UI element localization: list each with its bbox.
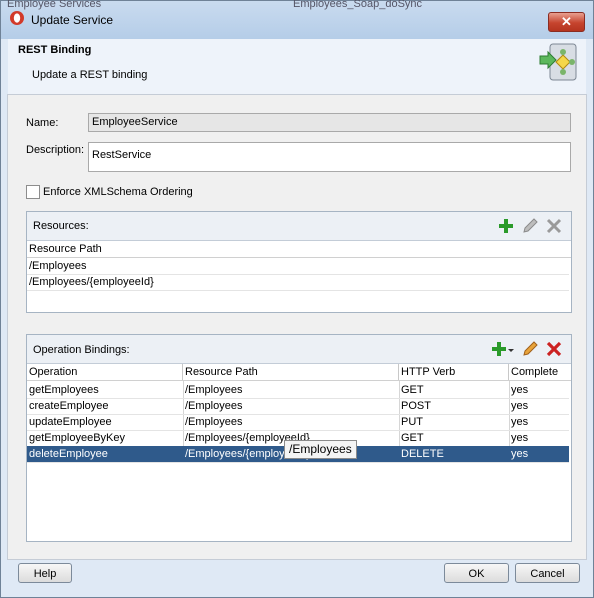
complete-cell: yes xyxy=(511,384,529,396)
window-title: Update Service xyxy=(31,13,114,27)
delete-operation-icon[interactable] xyxy=(545,340,563,358)
operation-column-header[interactable]: Operation xyxy=(27,364,183,380)
resource-path-tooltip: /Employees xyxy=(284,440,357,459)
background-text-right: Employees_Soap_doSync xyxy=(293,0,423,10)
operation-bindings-header: Operation Bindings: xyxy=(27,335,571,364)
complete-column-header[interactable]: Complete xyxy=(509,364,571,380)
http-verb-cell: POST xyxy=(401,400,431,412)
resources-header: Resources: xyxy=(27,212,571,241)
resource-path-cell: /Employees xyxy=(29,260,87,272)
resource-path-column-header[interactable]: Resource Path xyxy=(27,241,571,257)
background-text-left: Employee Services xyxy=(7,0,102,10)
resource-row[interactable]: /Employees/{employeeId} xyxy=(27,274,569,291)
operation-cell: getEmployees xyxy=(29,384,99,396)
resource-path-cell: /Employees xyxy=(185,384,243,396)
operation-cell: createEmployee xyxy=(29,400,109,412)
http-verb-column-header[interactable]: HTTP Verb xyxy=(399,364,509,380)
add-resource-icon[interactable] xyxy=(497,217,515,235)
operation-row[interactable]: getEmployees /Employees GET yes xyxy=(27,382,569,399)
complete-cell: yes xyxy=(511,416,529,428)
resource-row[interactable]: /Employees xyxy=(27,258,569,275)
resource-path-cell: /Employees xyxy=(185,400,243,412)
app-logo-icon xyxy=(10,11,24,25)
enforce-xmlschema-checkbox[interactable] xyxy=(26,185,40,199)
operation-cell: getEmployeeByKey xyxy=(29,432,125,444)
operation-row[interactable]: updateEmployee /Employees PUT yes xyxy=(27,414,569,431)
resources-panel: Resources: Resource Path /Employees /Emp… xyxy=(26,211,572,313)
http-verb-cell: DELETE xyxy=(401,448,444,460)
operation-bindings-panel: Operation Bindings: Operation Resource P… xyxy=(26,334,572,542)
close-button[interactable]: ✕ xyxy=(548,12,585,32)
resources-title: Resources: xyxy=(33,220,89,232)
cancel-button[interactable]: Cancel xyxy=(515,563,580,583)
rest-binding-wizard-icon xyxy=(539,43,577,81)
enforce-xmlschema-label: Enforce XMLSchema Ordering xyxy=(43,186,193,198)
ok-button[interactable]: OK xyxy=(444,563,509,583)
close-icon: ✕ xyxy=(561,14,572,29)
operations-table-header: Operation Resource Path HTTP Verb Comple… xyxy=(27,364,571,381)
http-verb-cell: GET xyxy=(401,432,424,444)
edit-operation-icon[interactable] xyxy=(521,340,539,358)
resource-path-column-header[interactable]: Resource Path xyxy=(183,364,399,380)
name-field[interactable]: EmployeeService xyxy=(88,113,571,132)
delete-resource-icon[interactable] xyxy=(545,217,563,235)
http-verb-cell: GET xyxy=(401,384,424,396)
help-button[interactable]: Help xyxy=(18,563,72,583)
name-label: Name: xyxy=(26,117,59,129)
description-field[interactable]: RestService xyxy=(88,142,571,172)
complete-cell: yes xyxy=(511,432,529,444)
operation-cell: updateEmployee xyxy=(29,416,112,428)
operation-cell: deleteEmployee xyxy=(29,448,108,460)
resource-path-cell: /Employees/{employeeId} xyxy=(29,276,154,288)
resource-path-cell: /Employees xyxy=(185,416,243,428)
header-title: REST Binding xyxy=(18,44,92,56)
operation-row[interactable]: createEmployee /Employees POST yes xyxy=(27,398,569,415)
header-subtitle: Update a REST binding xyxy=(32,69,148,81)
http-verb-cell: PUT xyxy=(401,416,423,428)
complete-cell: yes xyxy=(511,448,529,460)
wizard-header: REST Binding Update a REST binding xyxy=(8,39,586,95)
add-operation-icon[interactable] xyxy=(491,340,515,358)
operation-bindings-title: Operation Bindings: xyxy=(33,344,130,356)
complete-cell: yes xyxy=(511,400,529,412)
description-label: Description: xyxy=(26,144,85,156)
resources-table-header: Resource Path xyxy=(27,241,571,258)
title-bar[interactable]: Employee Services Employees_Soap_doSync … xyxy=(1,0,593,39)
edit-resource-icon[interactable] xyxy=(521,217,539,235)
